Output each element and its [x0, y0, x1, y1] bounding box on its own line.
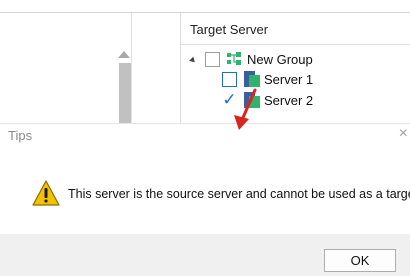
tree-item-label: New Group: [247, 51, 313, 67]
server-icon: [244, 71, 260, 87]
server-icon: [244, 92, 260, 108]
warning-icon: [32, 180, 60, 206]
target-server-header: Target Server: [190, 22, 269, 37]
server-1-checkbox[interactable]: [222, 71, 237, 87]
tree-item-label: Server 1: [264, 71, 314, 87]
tree-expand-icon[interactable]: [189, 56, 197, 64]
tree-item-label: Server 2: [264, 92, 314, 108]
dialog-message: This server is the source server and can…: [68, 187, 410, 201]
scroll-up-arrow-icon[interactable]: [118, 51, 130, 58]
tips-dialog: Tips × This server is the source server …: [0, 123, 410, 276]
server-2-checkbox[interactable]: ✓: [222, 90, 237, 109]
group-icon: [227, 52, 241, 65]
source-pane: [0, 13, 180, 123]
tree-item-server-1[interactable]: Server 1: [222, 70, 313, 88]
group-checkbox[interactable]: [205, 51, 220, 67]
vertical-scrollbar-thumb[interactable]: [119, 63, 131, 123]
column-divider: [131, 13, 132, 123]
close-icon[interactable]: ×: [399, 124, 408, 144]
tree-item-new-group[interactable]: New Group: [189, 50, 313, 68]
pane-splitter[interactable]: [180, 13, 181, 123]
tree-item-server-2[interactable]: ✓ Server 2: [222, 90, 314, 109]
dialog-title: Tips: [8, 128, 33, 143]
ok-button[interactable]: OK: [324, 249, 396, 272]
